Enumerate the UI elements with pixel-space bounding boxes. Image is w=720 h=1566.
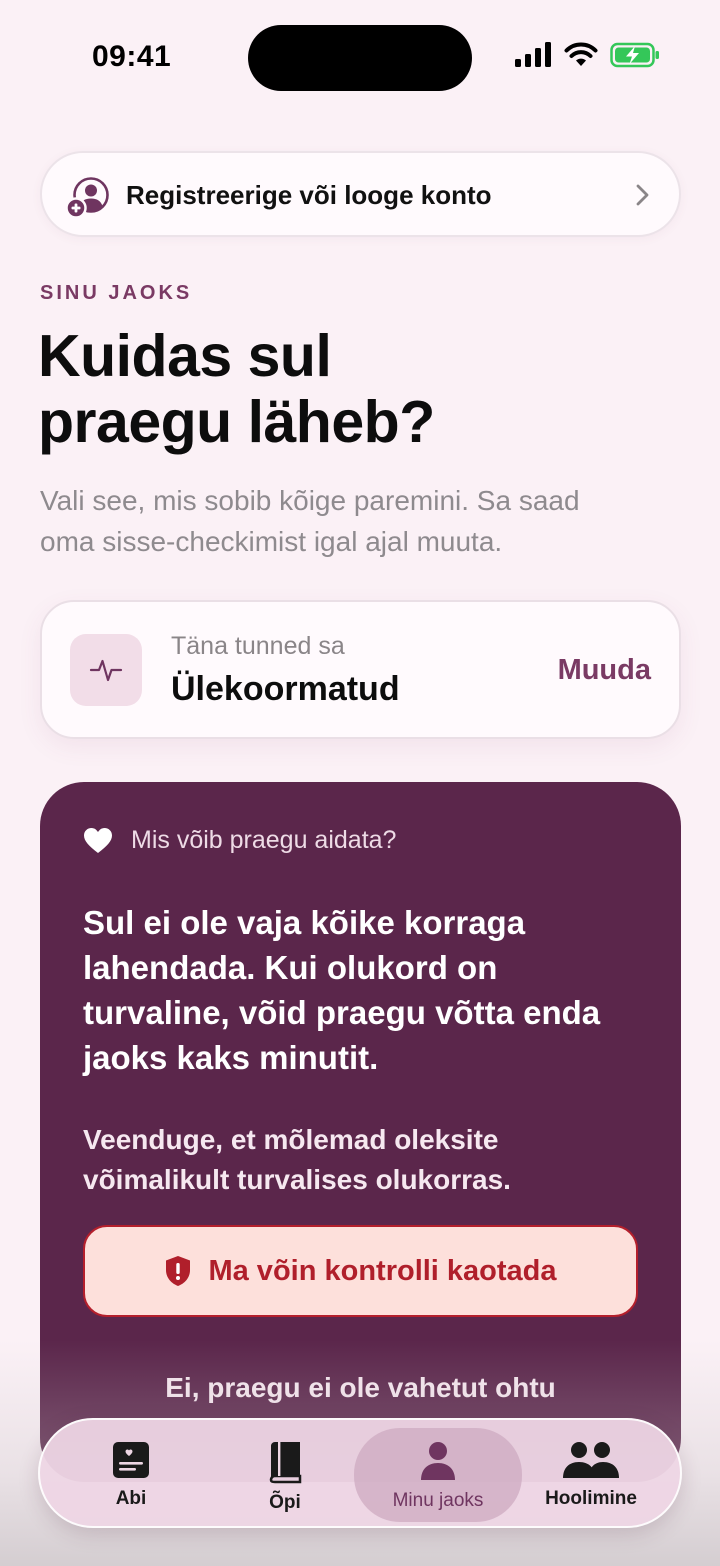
tab-label: Abi <box>115 1488 147 1509</box>
page-title-line-2: praegu läheb? <box>38 389 435 455</box>
help-card: Mis võib praegu aidata? Sul ei ole vaja … <box>40 782 681 1482</box>
change-checkin-button[interactable]: Muuda <box>558 654 651 687</box>
chevron-right-icon <box>636 184 649 206</box>
add-account-icon <box>66 177 109 219</box>
tab-bar: Abi Õpi Minu jaoks Hoolimine <box>38 1418 682 1528</box>
help-secondary-line: Veenduge, et mõlemad oleksite <box>83 1124 499 1155</box>
section-label: SINU JAOKS <box>40 282 193 304</box>
page-subtitle: Vali see, mis sobib kõige paremini. Sa s… <box>40 480 680 562</box>
tab-label: Hoolimine <box>545 1488 637 1509</box>
help-main-line: jaoks kaks minutit. <box>83 1039 379 1076</box>
help-secondary-line: võimalikult turvalises olukorras. <box>83 1164 511 1195</box>
help-main-line: lahendada. Kui olukord on <box>83 949 498 986</box>
lose-control-button[interactable]: Ma võin kontrolli kaotada <box>83 1225 638 1317</box>
person-icon <box>421 1442 455 1480</box>
tab-label: Minu jaoks <box>392 1490 484 1511</box>
page-title: Kuidas sul praegu läheb? <box>38 323 658 455</box>
help-secondary-text: Veenduge, et mõlemad oleksite võimalikul… <box>83 1120 643 1200</box>
people-icon <box>563 1442 619 1478</box>
register-account-banner[interactable]: Registreerige või looge konto <box>40 151 681 237</box>
tab-abi[interactable]: Abi <box>56 1420 206 1530</box>
tab-hoolimine[interactable]: Hoolimine <box>516 1420 666 1530</box>
pulse-icon <box>89 659 123 682</box>
status-icons <box>514 42 660 68</box>
checkin-caption: Täna tunned sa <box>171 632 345 660</box>
status-time: 09:41 <box>92 40 172 73</box>
page-subtitle-line-2: oma sisse-checkimist igal ajal muuta. <box>40 526 503 557</box>
help-card-header: Mis võib praegu aidata? <box>83 826 396 855</box>
dynamic-island <box>248 25 472 91</box>
book-icon <box>269 1442 302 1484</box>
help-main-line: turvaline, võid praegu võtta enda <box>83 994 601 1031</box>
help-main-line: Sul ei ole vaja kõike korraga <box>83 904 526 941</box>
no-immediate-danger-link[interactable]: Ei, praegu ei ole vahetut ohtu <box>40 1372 681 1404</box>
page-title-line-1: Kuidas sul <box>38 323 332 389</box>
heart-icon <box>84 828 112 853</box>
shield-alert-icon <box>166 1256 191 1286</box>
pulse-tile <box>70 634 142 706</box>
wifi-icon <box>564 42 598 66</box>
tab-opi[interactable]: Õpi <box>210 1420 360 1530</box>
journal-icon <box>113 1442 149 1478</box>
help-main-text: Sul ei ole vaja kõike korraga lahendada.… <box>83 900 643 1080</box>
cellular-signal-icon <box>515 42 551 67</box>
help-card-header-text: Mis võib praegu aidata? <box>131 826 397 854</box>
checkin-card: Täna tunned sa Ülekoormatud Muuda <box>40 600 681 739</box>
battery-charging-icon <box>610 42 659 68</box>
checkin-mood-value: Ülekoormatud <box>171 670 400 708</box>
tab-minu-jaoks[interactable]: Minu jaoks <box>354 1428 522 1522</box>
lose-control-label: Ma võin kontrolli kaotada <box>208 1254 557 1287</box>
page-subtitle-line-1: Vali see, mis sobib kõige paremini. Sa s… <box>40 485 580 516</box>
tab-label: Õpi <box>269 1492 301 1513</box>
register-account-label: Registreerige või looge konto <box>126 180 492 210</box>
